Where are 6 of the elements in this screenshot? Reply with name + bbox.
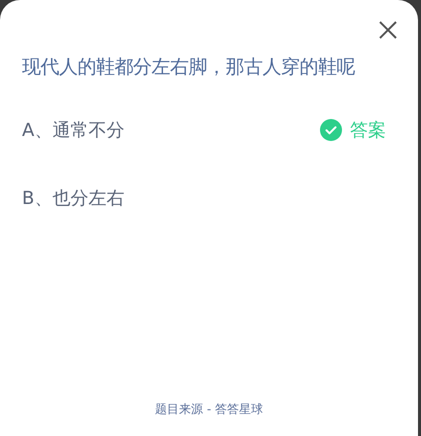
option-label[interactable]: A、通常不分 — [22, 118, 124, 142]
option-label[interactable]: B、也分左右 — [22, 186, 124, 210]
source-text: 题目来源 - 答答星球 — [155, 401, 263, 418]
answer-label: 答案 — [350, 119, 386, 142]
question-text: 现代人的鞋都分左右脚，那古人穿的鞋呢 — [22, 55, 356, 80]
close-icon[interactable] — [378, 20, 398, 40]
